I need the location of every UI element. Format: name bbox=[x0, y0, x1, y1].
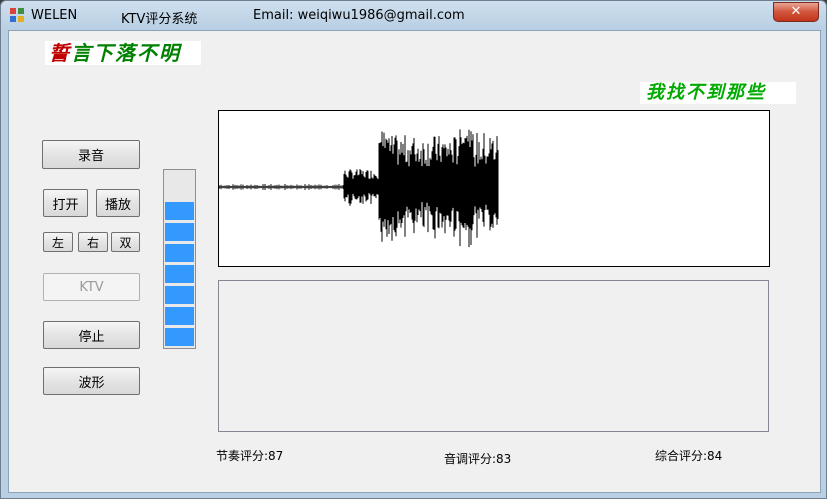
stop-button[interactable]: 停止 bbox=[43, 321, 140, 349]
waveform-button[interactable]: 波形 bbox=[43, 367, 140, 395]
pitch-score: 音调评分:83 bbox=[444, 452, 512, 466]
banner-right-char: 到 bbox=[706, 82, 726, 103]
analysis-panel bbox=[218, 280, 769, 432]
meter-segment bbox=[165, 286, 194, 304]
overall-score: 综合评分:84 bbox=[655, 449, 723, 463]
close-button[interactable]: ✕ bbox=[773, 2, 819, 22]
rhythm-score: 节奏评分:87 bbox=[216, 449, 284, 463]
meter-segment bbox=[165, 328, 194, 346]
both-channels-button[interactable]: 双 bbox=[111, 232, 140, 252]
play-button[interactable]: 播放 bbox=[96, 189, 140, 217]
waveform-signal bbox=[218, 129, 499, 248]
app-window: WELEN KTV评分系统 Email: weiqiwu1986@gmail.c… bbox=[0, 0, 827, 499]
open-button[interactable]: 打开 bbox=[43, 189, 88, 217]
app-icon bbox=[10, 8, 24, 22]
banner-right: 我找不到那些 bbox=[640, 82, 796, 104]
banner-left-char: 言 bbox=[71, 41, 93, 65]
banner-right-char: 些 bbox=[746, 82, 766, 103]
banner-left-char: 不 bbox=[137, 41, 159, 65]
left-channel-button[interactable]: 左 bbox=[43, 232, 73, 252]
title-bar[interactable]: WELEN KTV评分系统 Email: weiqiwu1986@gmail.c… bbox=[1, 1, 826, 31]
banner-left-char: 下 bbox=[93, 41, 115, 65]
window-title: KTV评分系统 bbox=[121, 12, 198, 27]
banner-left: 誓言下落不明 bbox=[45, 41, 201, 65]
close-icon: ✕ bbox=[790, 4, 802, 19]
ktv-button[interactable]: KTV bbox=[43, 273, 140, 301]
banner-right-char: 不 bbox=[686, 82, 706, 103]
banner-right-char: 找 bbox=[666, 82, 686, 103]
record-button[interactable]: 录音 bbox=[42, 140, 140, 169]
client-area: 誓言下落不明 我找不到那些 录音 打开 播放 左 右 双 KTV 停止 波形 节… bbox=[8, 30, 821, 493]
banner-left-char: 明 bbox=[159, 41, 181, 65]
waveform-display bbox=[218, 110, 770, 267]
volume-level-meter bbox=[163, 169, 196, 349]
banner-left-char: 誓 bbox=[49, 41, 71, 65]
banner-right-char: 我 bbox=[646, 82, 666, 103]
meter-segment bbox=[165, 202, 194, 220]
banner-right-char: 那 bbox=[726, 82, 746, 103]
right-channel-button[interactable]: 右 bbox=[78, 232, 108, 252]
banner-left-char: 落 bbox=[115, 41, 137, 65]
app-name: WELEN bbox=[31, 8, 78, 23]
meter-segment bbox=[165, 307, 194, 325]
meter-segment bbox=[165, 244, 194, 262]
meter-segment bbox=[165, 223, 194, 241]
waveform-plot bbox=[218, 129, 499, 248]
meter-segment bbox=[165, 265, 194, 283]
email-text: Email: weiqiwu1986@gmail.com bbox=[253, 8, 465, 23]
